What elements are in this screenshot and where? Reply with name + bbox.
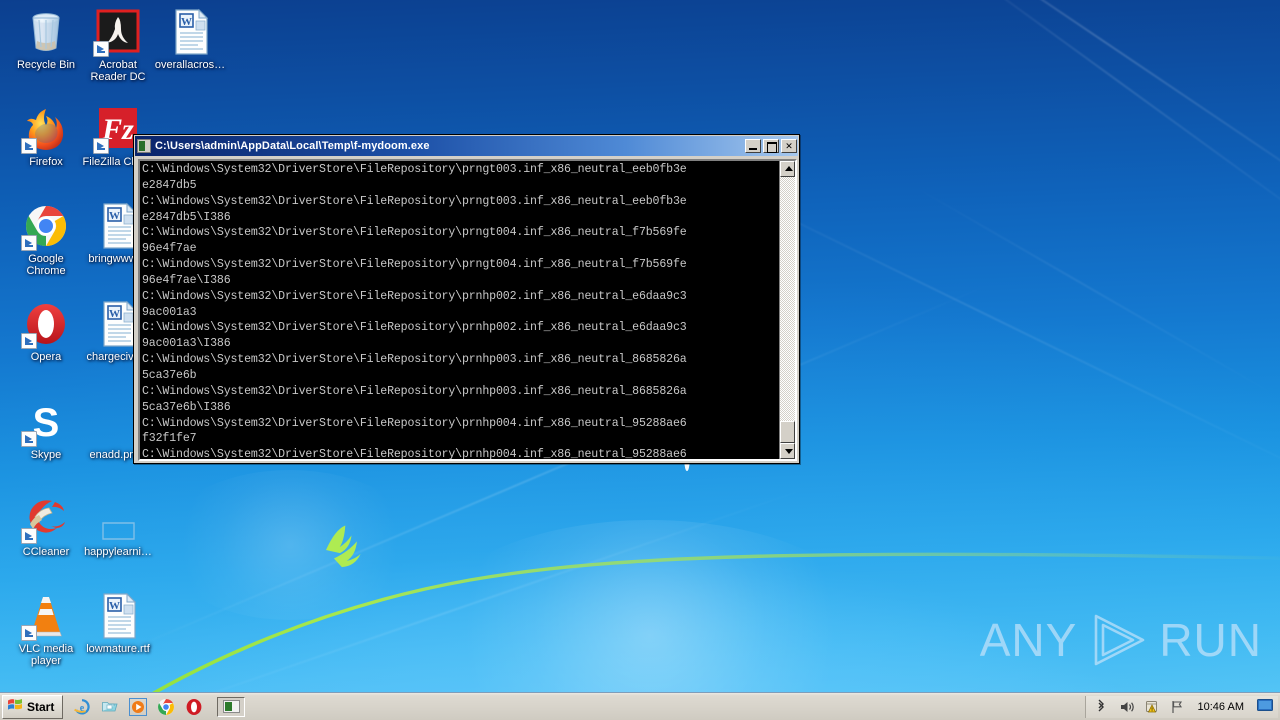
ccleaner-icon xyxy=(21,495,70,544)
desktop-icon-label: Google Chrome xyxy=(26,253,66,277)
start-button[interactable]: Start xyxy=(2,694,64,719)
recycle-bin-icon xyxy=(22,8,70,56)
console-client-area[interactable]: C:\Windows\System32\DriverStore\FileRepo… xyxy=(138,159,797,461)
desktop-icon-label: Acrobat Reader DC xyxy=(90,59,146,83)
windows-explorer-icon[interactable] xyxy=(101,698,119,716)
vlc-icon xyxy=(21,592,70,641)
quick-launch-bar[interactable]: e xyxy=(73,697,203,716)
svg-text:W: W xyxy=(109,308,120,320)
desktop[interactable]: Recycle Bin Acrobat Reader DC W overalla… xyxy=(0,0,1280,720)
desktop-icon-label: overallacros… xyxy=(154,59,226,71)
wallpaper-light-streak xyxy=(872,0,1280,233)
word-document-icon: W xyxy=(166,8,214,56)
blank-file-icon xyxy=(94,495,142,543)
desktop-icon-firefox[interactable]: Firefox xyxy=(8,105,84,168)
console-output-text: C:\Windows\System32\DriverStore\FileRepo… xyxy=(142,163,687,459)
desktop-icon-label: Skype xyxy=(30,449,62,461)
desktop-icon-label: CCleaner xyxy=(22,546,70,558)
taskbar-item-cmd[interactable] xyxy=(217,696,246,717)
system-tray[interactable]: 10:46 AM xyxy=(1084,695,1278,718)
desktop-icon-opera[interactable]: Opera xyxy=(8,300,84,363)
firefox-icon xyxy=(21,105,70,154)
wallpaper-glow xyxy=(420,520,880,720)
svg-text:e: e xyxy=(80,703,85,714)
chrome-icon xyxy=(21,202,70,251)
desktop-icon-skype[interactable]: S Skype xyxy=(8,398,84,461)
shortcut-arrow-icon xyxy=(21,528,37,544)
watermark-text-any: ANY xyxy=(979,614,1078,666)
shortcut-arrow-icon xyxy=(93,41,109,57)
volume-icon[interactable] xyxy=(1119,699,1135,715)
taskbar[interactable]: Start e 10:46 AM xyxy=(0,692,1280,720)
play-triangle-icon xyxy=(1087,612,1149,668)
shortcut-arrow-icon xyxy=(93,138,109,154)
opera-icon[interactable] xyxy=(185,698,203,716)
console-output-area[interactable]: C:\Windows\System32\DriverStore\FileRepo… xyxy=(140,161,779,459)
shortcut-arrow-icon xyxy=(21,138,37,154)
console-titlebar[interactable]: C:\Users\admin\AppData\Local\Temp\f-mydo… xyxy=(135,136,798,156)
desktop-icon-acrobat-reader[interactable]: Acrobat Reader DC xyxy=(80,8,156,83)
close-button[interactable]: ✕ xyxy=(781,139,797,153)
desktop-icon-vlc[interactable]: VLC media player xyxy=(8,592,84,667)
desktop-icon-lowmature-rtf[interactable]: W lowmature.rtf xyxy=(80,592,156,655)
desktop-icon-label: VLC media player xyxy=(18,643,74,667)
desktop-icon-label: Opera xyxy=(30,351,62,363)
word-document-icon: W xyxy=(94,592,142,640)
desktop-icon-label: Firefox xyxy=(29,156,63,168)
window-title: C:\Users\admin\AppData\Local\Temp\f-mydo… xyxy=(155,140,430,152)
chrome-icon[interactable] xyxy=(157,698,175,716)
windows-logo-icon xyxy=(7,696,23,717)
wallpaper-light-streak xyxy=(139,482,821,719)
skype-icon: S xyxy=(21,398,70,447)
scrollbar-thumb[interactable] xyxy=(780,421,795,443)
minimize-button[interactable] xyxy=(745,139,761,153)
acrobat-reader-icon xyxy=(93,8,142,57)
watermark-text-run: RUN xyxy=(1159,614,1262,666)
anyrun-watermark: ANY RUN xyxy=(980,612,1262,668)
clock[interactable]: 10:46 AM xyxy=(1194,701,1248,713)
wallpaper-light-streak xyxy=(929,0,1280,251)
svg-text:W: W xyxy=(109,210,120,222)
start-button-label: Start xyxy=(27,699,55,714)
desktop-icon-recycle-bin[interactable]: Recycle Bin xyxy=(8,8,84,71)
console-window[interactable]: C:\Users\admin\AppData\Local\Temp\f-mydo… xyxy=(133,134,800,464)
shortcut-arrow-icon xyxy=(21,431,37,447)
opera-icon xyxy=(21,300,70,349)
console-scrollbar[interactable] xyxy=(779,161,795,459)
action-center-icon[interactable] xyxy=(1144,699,1160,715)
console-window-icon xyxy=(137,139,151,153)
desktop-icon-label: Recycle Bin xyxy=(16,59,76,71)
show-desktop-button[interactable] xyxy=(1257,698,1273,715)
internet-explorer-icon[interactable]: e xyxy=(73,698,91,716)
desktop-icon-overallacros-doc[interactable]: W overallacros… xyxy=(152,8,228,71)
desktop-icon-label: happylearni… xyxy=(84,546,152,558)
scrollbar-track[interactable] xyxy=(780,177,795,443)
wallpaper-light-streak xyxy=(908,182,1280,399)
scroll-down-arrow-icon[interactable] xyxy=(780,443,795,459)
shortcut-arrow-icon xyxy=(21,625,37,641)
desktop-icon-ccleaner[interactable]: CCleaner xyxy=(8,495,84,558)
console-window-icon xyxy=(222,700,240,713)
svg-text:W: W xyxy=(109,600,120,612)
shortcut-arrow-icon xyxy=(21,235,37,251)
network-icon[interactable] xyxy=(1169,699,1185,715)
desktop-icon-happylearni-file[interactable]: happylearni… xyxy=(80,495,156,558)
svg-text:W: W xyxy=(181,16,192,28)
shortcut-arrow-icon xyxy=(21,333,37,349)
show-hidden-icons-icon[interactable] xyxy=(1094,699,1110,715)
scroll-up-arrow-icon[interactable] xyxy=(780,161,795,177)
desktop-icon-label: lowmature.rtf xyxy=(86,643,150,655)
close-icon: ✕ xyxy=(785,141,793,151)
media-player-icon[interactable] xyxy=(129,697,148,716)
desktop-icon-google-chrome[interactable]: Google Chrome xyxy=(8,202,84,277)
maximize-button[interactable] xyxy=(763,139,779,153)
